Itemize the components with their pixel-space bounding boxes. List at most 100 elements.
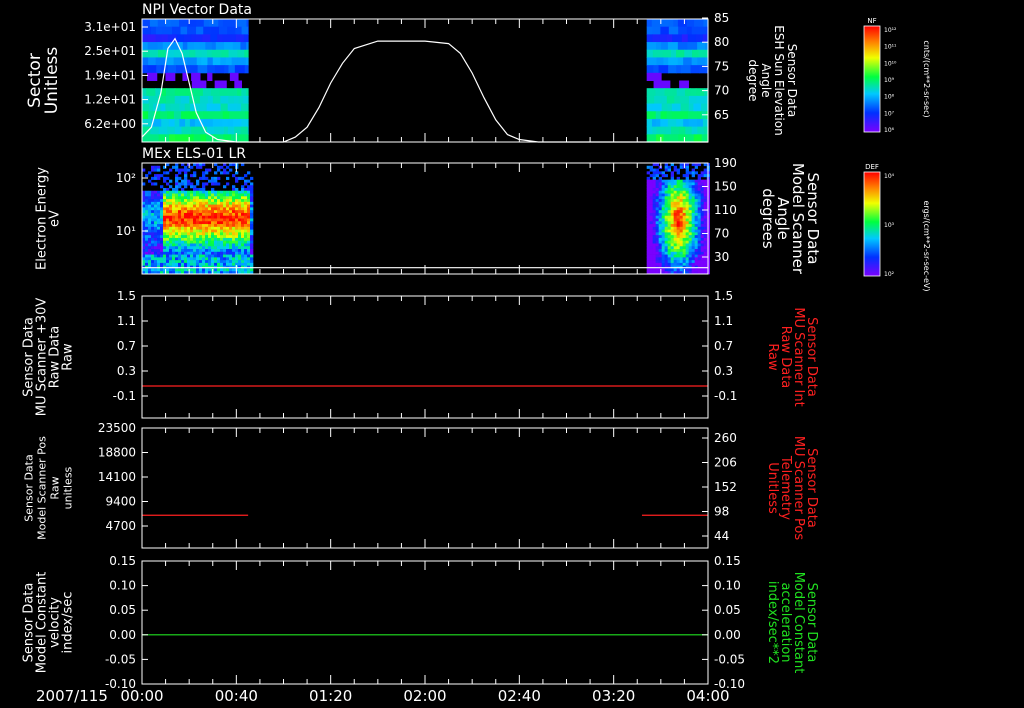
heatmap-cell [238,257,242,261]
heatmap-cell [670,196,674,200]
heatmap-cell [205,224,209,228]
heatmap-cell [160,243,164,247]
heatmap-cell [700,182,704,186]
heatmap-cell [688,182,692,186]
heatmap-cell [211,232,215,236]
heatmap-cell [652,199,656,203]
heatmap-cell [175,65,184,74]
heatmap-cell [175,235,179,239]
heatmap-cell [670,199,674,203]
heatmap-cell [247,251,251,255]
heatmap-cell [238,207,242,211]
heatmap-cell [670,240,674,244]
heatmap-cell [684,88,691,97]
heatmap-cell [691,246,695,250]
heatmap-cell [703,251,707,255]
heatmap-cell [181,235,185,239]
heatmap-cell [184,199,188,203]
heatmap-cell [241,218,245,222]
heatmap-cell [700,212,704,217]
heatmap-cell [154,176,158,180]
heatmap-cell [672,34,683,43]
heatmap-cell [664,210,668,214]
heatmap-cell [148,249,152,253]
heatmap-cell [247,229,251,233]
heatmap-cell [184,249,188,253]
heatmap-cell [202,235,206,239]
heatmap-cell [145,232,149,236]
heatmap-cell [247,257,251,261]
heatmap-cell [178,190,182,194]
heatmap-cell [196,218,200,222]
heatmap-cell [211,224,215,228]
heatmap-cell [229,221,233,225]
x-tick-label: 03:20 [592,687,635,705]
heatmap-cell [697,174,701,178]
heatmap-cell [703,171,707,175]
heatmap-cell [673,229,677,233]
heatmap-cell [685,168,689,172]
heatmap-cell [163,229,167,233]
heatmap-cell [232,251,236,255]
heatmap-cell [682,212,686,217]
heatmap-cell [667,221,671,225]
heatmap-cell [181,221,185,225]
heatmap-cell [250,212,254,217]
heatmap-cell [649,243,653,247]
heatmap-cell [682,246,686,250]
heatmap-cell [244,196,248,200]
heatmap-cell [184,221,188,225]
heatmap-cell [190,196,194,200]
heatmap-cell [688,232,692,236]
heatmap-cell [196,237,200,241]
heatmap-cell [196,210,200,214]
heatmap-cell [244,257,248,261]
heatmap-cell [211,182,215,186]
heatmap-cell [211,204,215,208]
heatmap-cell [169,196,173,200]
heatmap-cell [223,254,227,258]
heatmap-cell [235,249,239,253]
heatmap-cell [686,19,695,28]
heatmap-cell [163,237,167,241]
heatmap-cell [244,240,248,244]
heatmap-cell [658,257,662,261]
heatmap-cell [209,19,219,28]
heatmap-cell [214,65,225,74]
heatmap-cell [154,260,158,264]
heatmap-cell [655,246,659,250]
heatmap-cell [203,26,212,35]
heatmap-cell [697,185,701,189]
heatmap-cell [670,224,674,228]
y-tick-label-right: 75 [714,59,729,73]
heatmap-cell [196,199,200,203]
heatmap-cell [154,226,158,230]
heatmap-cell [142,26,152,35]
heatmap-cell [685,226,689,230]
heatmap-cell [220,207,224,211]
heatmap-cell [208,190,212,194]
heatmap-cell [214,179,218,183]
heatmap-cell [661,215,665,219]
heatmap-cell [187,193,191,197]
heatmap-cell [244,218,248,222]
heatmap-cell [670,251,674,255]
heatmap-cell [685,165,689,169]
heatmap-cell [157,268,161,272]
heatmap-cell [223,126,229,135]
heatmap-cell [697,262,701,266]
heatmap-cell [703,210,707,214]
heatmap-cell [676,262,680,266]
heatmap-cell [210,34,218,43]
heatmap-cell [685,254,689,258]
heatmap-cell [703,199,707,203]
heatmap-cell [238,237,242,241]
heatmap-cell [238,193,242,197]
heatmap-cell [655,179,659,183]
heatmap-cell [231,57,238,66]
heatmap-cell [671,126,680,135]
heatmap-cell [697,118,704,128]
heatmap-cell [157,174,161,178]
heatmap-cell [652,212,656,217]
heatmap-cell [682,229,686,233]
